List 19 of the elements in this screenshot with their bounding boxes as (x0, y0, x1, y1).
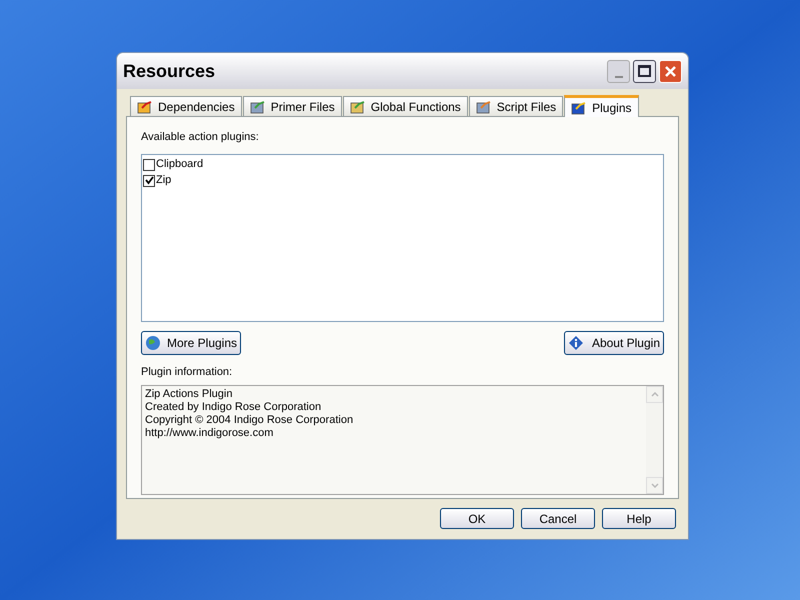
tab[interactable]: Plugins (564, 95, 638, 117)
dialog-button[interactable]: OK (440, 508, 514, 529)
info-label: Plugin information: (141, 364, 234, 380)
plugins-label: Available action plugins: (141, 130, 260, 145)
more-plugins-button[interactable]: More Plugins (141, 330, 241, 354)
info-line: http://www.indigorose.com (145, 427, 274, 440)
info-line: Zip Actions Plugin (145, 388, 234, 401)
tab[interactable]: Primer Files (242, 96, 342, 116)
about-plugin-button[interactable]: About Plugin (564, 330, 664, 354)
info-line: Copyright © 2004 Indigo Rose Corporation (145, 414, 354, 427)
tab[interactable]: Dependencies (130, 96, 242, 116)
dialog-button[interactable]: Cancel (521, 508, 595, 529)
tab[interactable]: Global Functions (342, 96, 468, 116)
tab[interactable]: Script Files (468, 96, 564, 116)
info-line: Created by Indigo Rose Corporation (145, 401, 322, 414)
plugin-name[interactable]: Clipboard (156, 156, 204, 173)
dialog-button[interactable]: Help (602, 508, 676, 529)
window-title: Resources (123, 60, 216, 82)
plugin-name[interactable]: Zip (156, 172, 172, 189)
